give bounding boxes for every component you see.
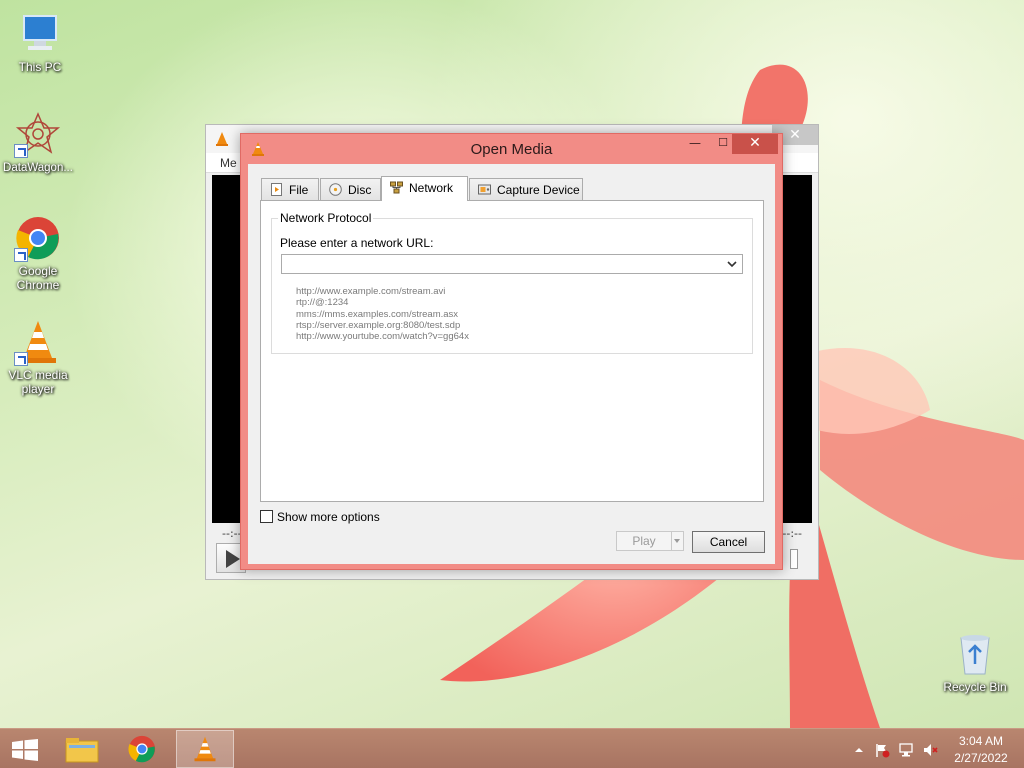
desktop-icon-label: DataWagon...: [3, 162, 73, 174]
computer-icon: [16, 10, 64, 58]
file-icon: [271, 183, 282, 196]
datawagon-logo-icon: [14, 110, 62, 158]
network-url-combobox[interactable]: [281, 254, 743, 274]
taskbar-chrome[interactable]: [114, 730, 172, 768]
chrome-icon: [128, 735, 156, 763]
desktop-icon-label: VLC media player: [8, 368, 68, 396]
desktop-icon-label: Recycle Bin: [943, 680, 1007, 694]
network-protocol-group: Network Protocol Please enter a network …: [271, 211, 753, 354]
desktop: This PC DataWagon... Google Chrome VLC m…: [0, 0, 1024, 728]
chrome-icon: [14, 214, 62, 262]
speaker-muted-icon[interactable]: [922, 742, 938, 758]
desktop-icon-datawagon[interactable]: DataWagon...: [0, 110, 78, 175]
shortcut-arrow-icon: [14, 352, 28, 366]
capture-device-icon: [478, 184, 491, 195]
disc-icon: [329, 183, 342, 196]
tab-disc[interactable]: Disc: [320, 178, 381, 200]
volume-slider[interactable]: [790, 549, 798, 569]
tab-file[interactable]: File: [261, 178, 319, 200]
network-status-icon[interactable]: [898, 742, 914, 758]
network-url-input[interactable]: [282, 255, 712, 273]
vlc-cone-icon: [14, 318, 62, 366]
show-more-options-label: Show more options: [277, 510, 380, 524]
close-button[interactable]: ✕: [732, 134, 778, 154]
taskbar: 3:04 AM 2/27/2022: [0, 728, 1024, 768]
minimize-button[interactable]: —: [681, 134, 709, 154]
url-label: Please enter a network URL:: [280, 236, 434, 250]
desktop-icon-vlc[interactable]: VLC media player: [0, 318, 78, 396]
total-time: --:--: [782, 527, 802, 540]
dialog-titlebar[interactable]: Open Media — ☐ ✕: [241, 134, 782, 164]
windows-logo-icon: [12, 739, 38, 761]
desktop-icon-google-chrome[interactable]: Google Chrome: [0, 214, 78, 292]
network-tab-panel: Network Protocol Please enter a network …: [260, 200, 764, 502]
menu-item-media[interactable]: Me: [220, 156, 237, 170]
elapsed-time: --:--: [222, 527, 242, 540]
desktop-icon-recycle-bin[interactable]: Recycle Bin: [935, 630, 1015, 694]
show-hidden-icons-chevron-up-icon[interactable]: [851, 742, 867, 758]
url-example: mms://mms.examples.com/stream.asx: [296, 308, 459, 320]
folder-icon: [65, 738, 99, 763]
network-icon: [390, 181, 403, 194]
play-button-label: Play: [632, 534, 656, 548]
taskbar-file-explorer[interactable]: [54, 730, 112, 768]
desktop-icon-label: This PC: [18, 60, 62, 74]
vlc-cone-icon: [194, 736, 216, 762]
play-button[interactable]: Play: [616, 531, 684, 551]
tab-capture-device[interactable]: Capture Device: [469, 178, 583, 200]
chevron-down-icon[interactable]: [726, 258, 738, 270]
url-example: rtsp://server.example.org:8080/test.sdp: [296, 319, 461, 331]
taskbar-vlc[interactable]: [176, 730, 234, 768]
desktop-icon-label: Google Chrome: [16, 264, 60, 292]
url-example: http://www.example.com/stream.avi: [296, 286, 446, 297]
tab-network[interactable]: Network: [381, 176, 468, 201]
clock-date[interactable]: 2/27/2022: [950, 751, 1012, 765]
dialog-body: File Disc Network Capture Device Network…: [248, 164, 775, 564]
play-dropdown-toggle[interactable]: [671, 532, 683, 550]
checkbox-box[interactable]: [260, 510, 273, 523]
cancel-button[interactable]: Cancel: [692, 531, 765, 553]
url-examples: http://www.example.com/stream.avi rtp://…: [296, 286, 469, 342]
vlc-cone-icon: [216, 132, 228, 146]
clock-time[interactable]: 3:04 AM: [956, 734, 1006, 748]
show-more-options-checkbox[interactable]: Show more options: [260, 510, 380, 524]
recycle-bin-icon: [951, 630, 999, 678]
open-media-dialog[interactable]: Open Media — ☐ ✕ File Disc Network Captu…: [240, 133, 783, 570]
group-title: Network Protocol: [278, 211, 374, 225]
url-example: http://www.yourtube.com/watch?v=gg64x: [296, 331, 469, 343]
url-example: rtp://@:1234: [296, 297, 349, 309]
action-center-flag-icon[interactable]: [874, 742, 890, 758]
shortcut-arrow-icon: [14, 248, 28, 262]
desktop-icon-this-pc[interactable]: This PC: [0, 10, 80, 74]
shortcut-arrow-icon: [14, 144, 28, 158]
